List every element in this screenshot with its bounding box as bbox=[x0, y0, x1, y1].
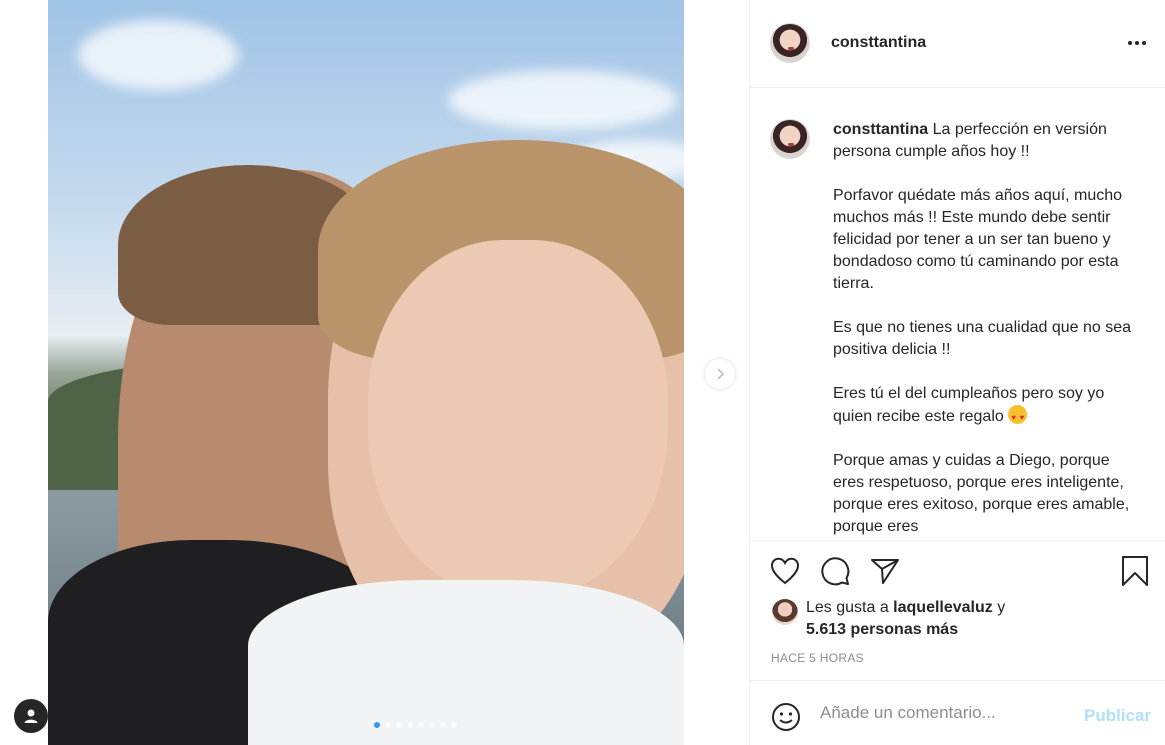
post-sidebar: consttantina consttantina La perfección … bbox=[749, 0, 1165, 745]
likes-suffix: y bbox=[992, 599, 1006, 616]
caption-body-continued: Porque amas y cuidas a Diego, porque ere… bbox=[833, 452, 1130, 535]
emoji-picker-button[interactable] bbox=[770, 701, 802, 733]
caption-area: consttantina La perfección en versión pe… bbox=[750, 89, 1165, 540]
chevron-right-icon bbox=[717, 368, 725, 380]
caption-username[interactable]: consttantina bbox=[833, 121, 928, 138]
author-avatar[interactable] bbox=[770, 23, 810, 63]
user-icon bbox=[24, 709, 38, 723]
post-header: consttantina bbox=[750, 0, 1165, 88]
bookmark-icon bbox=[1122, 556, 1148, 586]
likes-count-link[interactable]: 5.613 personas más bbox=[806, 621, 958, 638]
heart-icon bbox=[770, 557, 800, 585]
carousel-indicator bbox=[374, 722, 457, 728]
share-button[interactable] bbox=[869, 555, 901, 587]
more-options-button[interactable] bbox=[1127, 30, 1147, 60]
publish-button[interactable]: Publicar bbox=[1084, 706, 1151, 726]
user-profile-button[interactable] bbox=[14, 699, 48, 733]
caption-body: La perfección en versión persona cumple … bbox=[833, 121, 1132, 425]
carousel-next-button[interactable] bbox=[704, 358, 736, 390]
comment-bubble-icon bbox=[821, 557, 850, 586]
comment-button[interactable] bbox=[819, 555, 851, 587]
media-pane bbox=[0, 0, 749, 745]
send-icon bbox=[871, 559, 899, 584]
smiley-face-icon bbox=[772, 703, 800, 731]
likes-prefix: Les gusta a bbox=[806, 599, 894, 616]
author-username[interactable]: consttantina bbox=[831, 34, 926, 52]
post-photo[interactable] bbox=[48, 0, 684, 745]
post-timestamp[interactable]: HACE 5 HORAS bbox=[771, 651, 864, 665]
heart-eyes-emoji-icon bbox=[1008, 405, 1028, 429]
more-horizontal-icon bbox=[1128, 41, 1146, 45]
comment-bar: Publicar bbox=[750, 680, 1165, 745]
save-button[interactable] bbox=[1119, 555, 1151, 587]
likes-summary: Les gusta a laquellevaluz y 5.613 persona… bbox=[806, 597, 1106, 641]
comment-input[interactable] bbox=[820, 703, 1070, 723]
liker-avatar[interactable] bbox=[772, 599, 798, 625]
caption-author-avatar[interactable] bbox=[770, 119, 810, 159]
like-button[interactable] bbox=[769, 555, 801, 587]
liker-username[interactable]: laquellevaluz bbox=[893, 599, 993, 616]
caption-text: consttantina La perfección en versión pe… bbox=[833, 119, 1143, 538]
